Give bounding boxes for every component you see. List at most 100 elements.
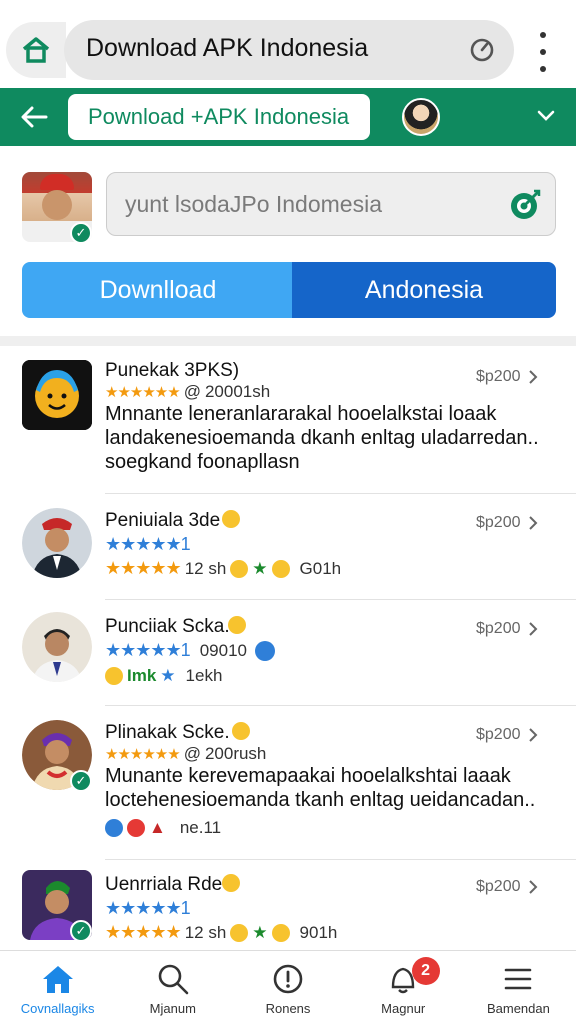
chevron-down-icon[interactable] (536, 108, 556, 124)
meta-text: 09010 (199, 640, 247, 660)
item-name: Plinakak Scke. (105, 722, 230, 743)
item-rating: ★★★★★★ @ 200rush (105, 744, 266, 764)
item-name: Punekak 3PKS) (105, 360, 240, 381)
list-item[interactable]: Punciiak Scka. ★★★★★1 09010 Imk ★ 1ekh $… (0, 600, 576, 706)
item-description-line: soegkand foonapllasn (105, 451, 300, 473)
menu-icon (505, 968, 532, 990)
item-price: $p200 (476, 726, 521, 743)
verified-badge-icon: ✓ (70, 222, 92, 244)
emoji-icon (127, 819, 145, 837)
page-title: Pownload +APK Indonesia (88, 104, 350, 129)
account-avatar[interactable] (402, 98, 440, 136)
emoji-icon (230, 559, 249, 578)
emoji-icon (105, 819, 123, 837)
meta-extra: 901h (299, 922, 338, 942)
item-description-line: landakenesioemanda dkanh enltag uladarre… (105, 427, 539, 449)
search-target-icon[interactable] (507, 187, 543, 223)
avatar (22, 508, 92, 578)
home-icon (42, 966, 73, 993)
emoji-icon (271, 923, 290, 942)
list-item[interactable]: ✓ Plinakak Scke. ★★★★★★ @ 200rush $p200 … (0, 706, 576, 860)
list-item[interactable]: Peniuiala 3de ★★★★★1 ★★★★★ 12 sh ★ G01h … (0, 494, 576, 600)
section-divider (0, 336, 576, 346)
item-description-line: loctehenesioemanda tkanh enltag ueidanca… (105, 789, 536, 811)
nav-label: Covnallagiks (20, 1001, 95, 1016)
item-rating: ★★★★★1 09010 (105, 640, 275, 661)
rating-stars: ★★★★★ (105, 558, 182, 578)
nav-item-search[interactable]: Mjanum (115, 951, 230, 1024)
item-rating: ★★★★★1 (105, 898, 191, 919)
item-price: $p200 (476, 368, 521, 385)
item-rating: ★★★★★1 (105, 534, 191, 555)
app-list: Punekak 3PKS) ★★★★★★ @ 20001sh $p200 Mnn… (0, 346, 576, 950)
meta-label: Imk (127, 666, 157, 685)
item-meta: Imk ★ 1ekh (105, 666, 222, 686)
nav-label: Mjanum (149, 1001, 196, 1016)
home-icon (22, 37, 50, 63)
info-icon (273, 964, 303, 994)
nav-item-info[interactable]: Ronens (230, 951, 345, 1024)
nav-label: Bamendan (486, 1001, 550, 1016)
address-bar-text: Download APK Indonesia (86, 34, 369, 62)
star-icon: ★ (160, 666, 176, 685)
rating-stars: ★★★★★ (105, 922, 182, 942)
meta-text: ne.11 (179, 818, 222, 837)
rating-stars: ★★★★★★ (105, 384, 181, 401)
indonesia-button[interactable]: Andonesia (292, 262, 556, 318)
rating-stars-blue: ★★★★★1 (105, 898, 191, 918)
app-logo-icon (22, 360, 92, 430)
overflow-menu-icon[interactable] (530, 32, 556, 72)
rating-icon: @ (183, 382, 201, 401)
chevron-right-icon[interactable] (528, 516, 538, 530)
item-price: $p200 (476, 878, 521, 895)
item-meta: ★★★★★ 12 sh ★ G01h (105, 558, 341, 579)
search-input[interactable]: yunt lsodaJPo Indomesia (106, 172, 556, 236)
nav-item-notifications[interactable]: 2 Magnur (346, 951, 461, 1024)
meta-text: 12 sh (184, 558, 227, 578)
search-placeholder: yunt lsodaJPo Indomesia (125, 191, 382, 217)
rating-stars-blue: ★★★★★1 (105, 640, 191, 660)
download-button[interactable]: Downlload (22, 262, 294, 318)
hat-icon: ▲ (149, 818, 166, 837)
bottom-navigation: Covnallagiks Mjanum Ronens 2 Magnur Bame… (0, 950, 576, 1024)
verified-badge-icon: ✓ (70, 920, 92, 942)
emoji-icon (232, 722, 250, 740)
notification-badge: 2 (411, 957, 440, 985)
browser-bar: Download APK Indonesia (0, 0, 576, 88)
meta-extra: G01h (299, 558, 342, 578)
list-item[interactable]: ✓ Uenrriala Rde ★★★★★1 ★★★★★ 12 sh ★ 901… (0, 860, 576, 950)
crown-badge-icon (254, 640, 275, 661)
item-meta: ★★★★★ 12 sh ★ 901h (105, 922, 337, 943)
page-title-chip[interactable]: Pownload +APK Indonesia (68, 94, 370, 140)
nav-item-home[interactable]: Covnallagiks (0, 951, 115, 1024)
emoji-icon (271, 559, 290, 578)
star-icon: ★ (252, 922, 268, 942)
emoji-icon (228, 616, 246, 634)
item-name: Uenrriala Rde (105, 874, 223, 895)
item-name: Punciiak Scka. (105, 616, 230, 637)
address-bar[interactable]: Download APK Indonesia (64, 20, 514, 80)
chevron-right-icon[interactable] (528, 370, 538, 384)
reload-icon[interactable] (468, 36, 496, 64)
item-name: Peniuiala 3de (105, 510, 221, 531)
avatar (22, 612, 92, 682)
nav-item-menu[interactable]: Bamendan (461, 951, 576, 1024)
home-button[interactable] (6, 22, 66, 78)
chevron-right-icon[interactable] (528, 880, 538, 894)
item-meta: ▲ ne.11 (105, 818, 221, 838)
item-price: $p200 (476, 620, 521, 637)
list-item[interactable]: Punekak 3PKS) ★★★★★★ @ 20001sh $p200 Mnn… (0, 346, 576, 494)
search-icon (158, 964, 189, 995)
chevron-right-icon[interactable] (528, 728, 538, 742)
nav-label: Magnur (381, 1001, 426, 1016)
back-arrow-icon[interactable] (18, 102, 50, 132)
rating-text: 20001sh (204, 382, 271, 401)
chevron-right-icon[interactable] (528, 622, 538, 636)
item-description-line: Mnnante leneranlararakal hooelalkstai lo… (105, 403, 497, 425)
rating-icon: @ (183, 744, 201, 763)
rating-text: 200rush (204, 744, 267, 763)
emoji-icon (230, 923, 249, 942)
star-icon: ★ (252, 558, 268, 578)
emoji-icon (222, 874, 240, 892)
item-rating: ★★★★★★ @ 20001sh (105, 382, 270, 402)
